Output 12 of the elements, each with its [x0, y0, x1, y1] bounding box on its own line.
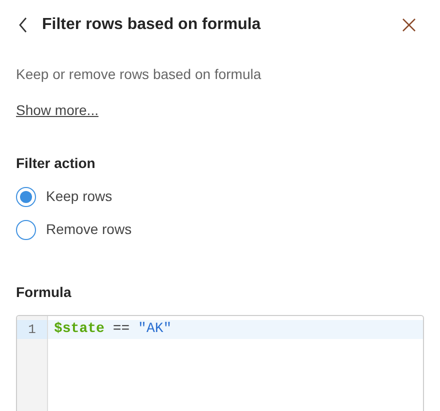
- show-more-link[interactable]: Show more...: [16, 100, 98, 121]
- description-text: Keep or remove rows based on formula: [16, 65, 262, 84]
- line-number: 1: [17, 320, 47, 339]
- radio-button[interactable]: [16, 220, 36, 240]
- section-label: Filter action: [16, 154, 96, 173]
- radio-label: Remove rows: [46, 220, 132, 239]
- radio-button[interactable]: [16, 186, 36, 206]
- panel-title: Filter rows based on formula: [42, 15, 262, 35]
- radio-label: Keep rows: [46, 187, 112, 206]
- section-label: Formula: [16, 283, 72, 302]
- formula-editor[interactable]: 1 $state == "AK": [16, 315, 424, 411]
- close-button[interactable]: [401, 17, 417, 33]
